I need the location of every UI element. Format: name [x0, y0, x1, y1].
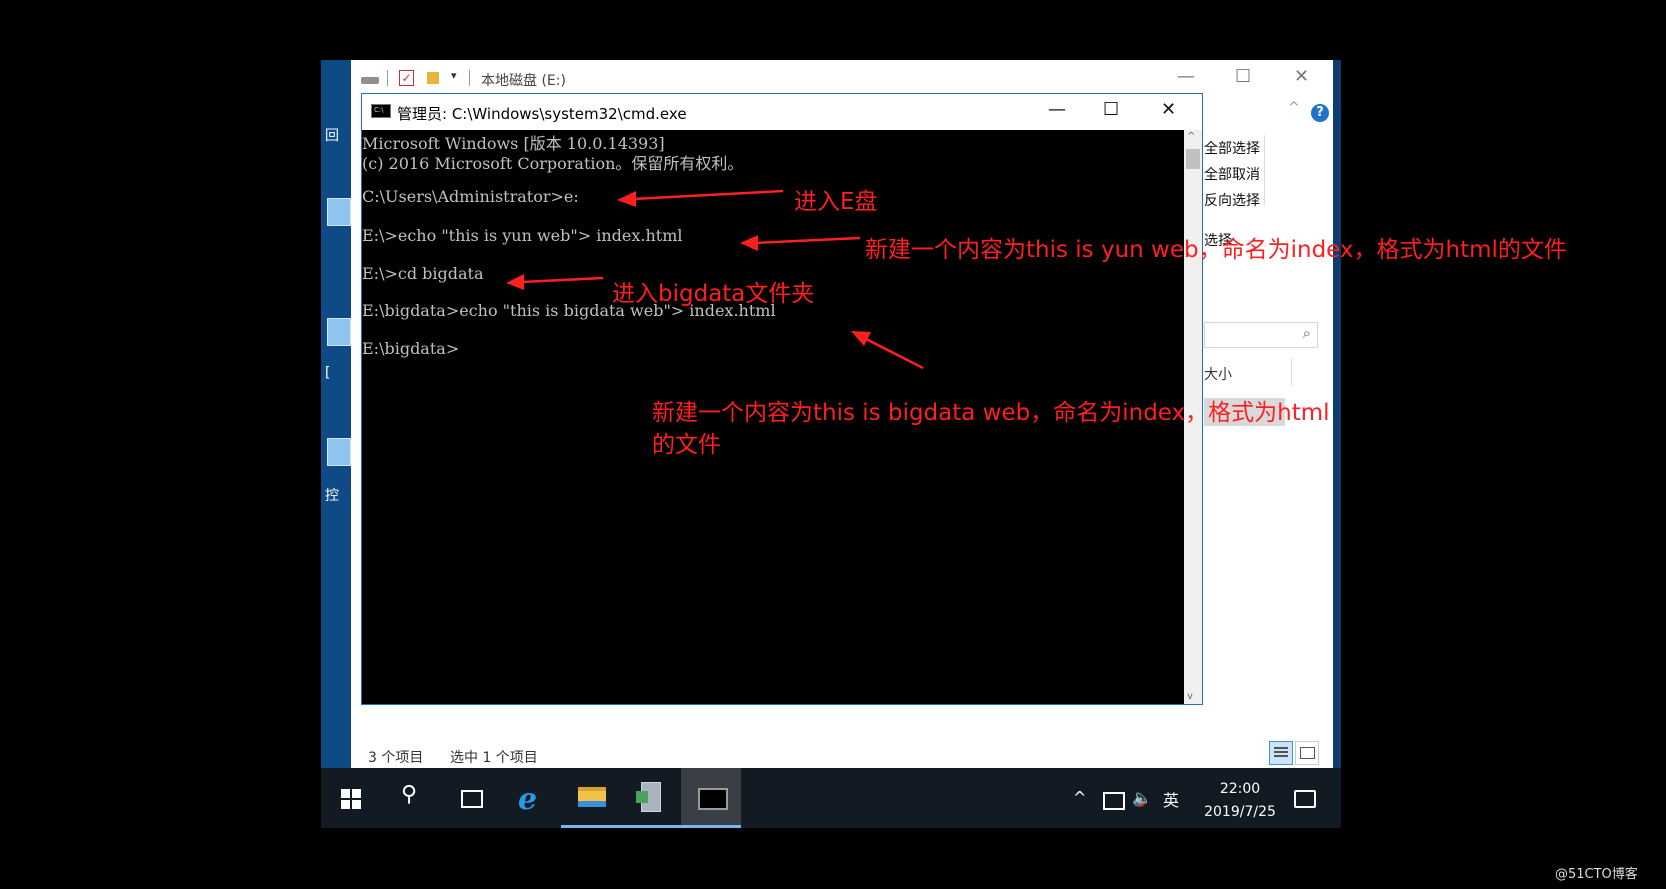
annotation-create-bigdata-file-cont: 的文件 [652, 432, 721, 458]
clock-time[interactable]: 22:00 [1195, 781, 1285, 797]
show-hidden-icons-button[interactable]: ^ [1073, 788, 1086, 807]
annotation-arrows [506, 189, 924, 370]
annotation-enter-bigdata: 进入bigdata文件夹 [612, 281, 815, 307]
annotation-arrow-1 [617, 189, 784, 207]
search-button[interactable]: ⚲ [381, 768, 441, 828]
taskbar: ⚲ e [321, 768, 1341, 828]
watermark: @51CTO博客 [1555, 867, 1638, 882]
search-icon: ⚲ [401, 782, 418, 807]
annotation-create-bigdata-file: 新建一个内容为this is bigdata web，命名为index，格式为h… [652, 400, 1330, 426]
running-indicator [561, 825, 621, 828]
input-method-indicator[interactable]: 英 [1163, 787, 1179, 811]
internet-explorer-icon: e [518, 782, 538, 817]
task-view-icon [461, 790, 483, 808]
taskbar-file-explorer[interactable] [561, 768, 621, 828]
running-indicator [681, 825, 741, 828]
cmd-icon [698, 788, 728, 810]
volume-icon[interactable]: 🔈 [1132, 788, 1152, 807]
annotation-arrow-3 [506, 274, 604, 290]
annotation-arrow-2 [740, 235, 861, 251]
annotation-create-yun-file: 新建一个内容为this is yun web，命名为index，格式为html的… [865, 237, 1567, 263]
annotation-enter-e-drive: 进入E盘 [794, 189, 878, 215]
start-button[interactable] [321, 768, 381, 828]
windows-logo-icon [341, 789, 361, 809]
taskbar-server-manager[interactable] [621, 768, 681, 828]
annotation-arrow-4 [851, 331, 924, 370]
task-view-button[interactable] [441, 768, 501, 828]
running-indicator [621, 825, 681, 828]
taskbar-ie[interactable]: e [501, 768, 561, 828]
server-manager-icon [636, 782, 661, 812]
clock-date[interactable]: 2019/7/25 [1195, 804, 1285, 820]
file-explorer-icon [578, 787, 606, 807]
taskbar-cmd[interactable] [681, 768, 741, 828]
action-center-icon[interactable] [1294, 790, 1316, 808]
network-icon[interactable] [1103, 792, 1125, 810]
